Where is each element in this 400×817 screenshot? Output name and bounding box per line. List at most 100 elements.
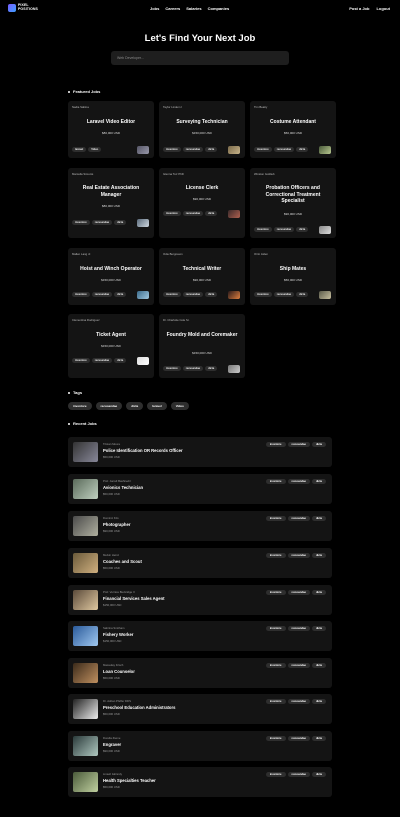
tag-chip[interactable]: inventore	[72, 358, 90, 363]
recent-job-row[interactable]: Prof. Vernice Buckridge II Financial Serv…	[68, 585, 332, 615]
tag-chip[interactable]: inventore	[254, 292, 272, 297]
recent-job-row[interactable]: Dominic Kris Photographer $90,000 USD inven…	[68, 511, 332, 541]
featured-job-card[interactable]: Tim Beatty Costume Attendant $50,000 USD in…	[250, 101, 336, 158]
tag-chip[interactable]: recusandae	[91, 220, 113, 225]
tag-chip[interactable]: inventore	[265, 772, 286, 777]
tag-chip[interactable]: recusandae	[182, 292, 204, 297]
job-title[interactable]: Photographer	[103, 522, 130, 527]
tag-chip[interactable]: inventore	[254, 147, 272, 152]
tag-chip[interactable]: inventore	[72, 292, 90, 297]
nav-companies[interactable]: Companies	[208, 6, 230, 11]
tag-chip[interactable]: inventore	[265, 736, 286, 741]
job-title[interactable]: Fishery Worker	[103, 632, 133, 637]
tag-chip[interactable]: recusandae	[287, 663, 310, 668]
tag-chip[interactable]: recusandae	[287, 590, 310, 595]
nav-salaries[interactable]: Salaries	[186, 6, 201, 11]
job-title[interactable]: Technical Writer	[163, 266, 241, 273]
job-title[interactable]: Coaches and Scout	[103, 559, 142, 564]
tag-chip[interactable]: recusandae	[287, 699, 310, 704]
tag-chip[interactable]: dicta	[311, 442, 326, 447]
tag-chip[interactable]: dicta	[205, 366, 218, 371]
tag-chip[interactable]: recusandae	[182, 211, 204, 216]
tag-chip[interactable]: recusandae	[182, 147, 204, 152]
job-title[interactable]: Real Estate Association Manager	[72, 185, 150, 198]
post-job-link[interactable]: Post a Job	[349, 6, 369, 11]
job-title[interactable]: Loan Counselor	[103, 669, 135, 674]
tag-chip[interactable]: recusandae	[91, 292, 113, 297]
tag-chip[interactable]: dicta	[114, 292, 127, 297]
nav-jobs[interactable]: Jobs	[150, 6, 159, 11]
tag-chip[interactable]: dicta	[114, 220, 127, 225]
recent-job-row[interactable]: Dr. Adrian Pfeffer DDS Preschool Educatio…	[68, 694, 332, 724]
job-title[interactable]: Surveying Technician	[163, 119, 241, 126]
tag-chip[interactable]: dicta	[311, 663, 326, 668]
tag-dicta[interactable]: dicta	[126, 402, 144, 410]
tag-chip[interactable]: dicta	[205, 211, 218, 216]
tag-chip[interactable]: inventore	[265, 479, 286, 484]
logout-link[interactable]: Logout	[376, 6, 390, 11]
tag-chip[interactable]: recusandae	[287, 553, 310, 558]
tag-video[interactable]: Video	[170, 402, 189, 410]
tag-chip[interactable]: inventore	[163, 211, 181, 216]
logo[interactable]: PIXEL POSITIONS	[8, 4, 42, 12]
tag-recusandae[interactable]: recusandae	[95, 402, 123, 410]
recent-job-row[interactable]: Dorella Zieme Engraver $90,000 USD inventor…	[68, 731, 332, 761]
featured-job-card[interactable]: Orrin Aiden Ship Mates $50,000 USD inventor…	[250, 248, 336, 305]
featured-job-card[interactable]: Dr. Charlotte Cole Sr. Foundry Mold and C…	[159, 314, 245, 378]
tag-laravel[interactable]: laravel	[147, 402, 167, 410]
tag-chip[interactable]: recusandae	[287, 516, 310, 521]
tag-chip[interactable]: dicta	[311, 736, 326, 741]
tag-chip[interactable]: dicta	[296, 227, 309, 232]
tag-chip[interactable]: recusandae	[287, 442, 310, 447]
tag-chip[interactable]: inventore	[265, 663, 286, 668]
tag-chip[interactable]: dicta	[296, 292, 309, 297]
tag-chip[interactable]: dicta	[311, 479, 326, 484]
tag-chip[interactable]: inventore	[254, 227, 272, 232]
job-title[interactable]: License Clerk	[163, 185, 241, 192]
tag-chip[interactable]: laravel	[72, 147, 87, 152]
tag-chip[interactable]: inventore	[265, 516, 286, 521]
job-title[interactable]: Engraver	[103, 742, 121, 747]
job-title[interactable]: Ship Mates	[254, 266, 332, 273]
tag-chip[interactable]: Video	[88, 147, 102, 152]
recent-job-row[interactable]: Linsell Iskinndy Health Specialties Teach…	[68, 767, 332, 797]
tag-chip[interactable]: recusandae	[287, 626, 310, 631]
job-title[interactable]: Police Identification OR Records Officer	[103, 448, 183, 453]
tag-chip[interactable]: recusandae	[91, 358, 113, 363]
job-title[interactable]: Financial Services Sales Agent	[103, 596, 165, 601]
tag-chip[interactable]: inventore	[72, 220, 90, 225]
recent-job-row[interactable]: Melvin Heinz Coaches and Scout $50,000 USD…	[68, 548, 332, 578]
job-title[interactable]: Foundry Mold and Coremaker	[163, 332, 241, 339]
job-title[interactable]: Ticket Agent	[72, 332, 150, 339]
tag-chip[interactable]: recusandae	[182, 366, 204, 371]
tag-chip[interactable]: dicta	[296, 147, 309, 152]
tag-chip[interactable]: recusandae	[287, 736, 310, 741]
tag-chip[interactable]: recusandae	[273, 292, 295, 297]
tag-chip[interactable]: dicta	[311, 590, 326, 595]
featured-job-card[interactable]: Marcella Simonis Real Estate Association …	[68, 168, 154, 238]
tag-chip[interactable]: dicta	[205, 147, 218, 152]
tag-chip[interactable]: recusandae	[287, 479, 310, 484]
tag-chip[interactable]: dicta	[205, 292, 218, 297]
job-title[interactable]: Preschool Education Administrators	[103, 705, 175, 710]
tag-chip[interactable]: dicta	[311, 699, 326, 704]
job-title[interactable]: Hoist and Winch Operator	[72, 266, 150, 273]
tag-chip[interactable]: inventore	[265, 553, 286, 558]
featured-job-card[interactable]: Clementina Rodriguez Ticket Agent $150,000…	[68, 314, 154, 378]
job-title[interactable]: Laravel Video Editor	[72, 119, 150, 126]
tag-chip[interactable]: dicta	[311, 626, 326, 631]
job-title[interactable]: Health Specialties Teacher	[103, 778, 156, 783]
tag-chip[interactable]: inventore	[265, 626, 286, 631]
job-title[interactable]: Probation Officers and Correctional Trea…	[254, 185, 332, 205]
tag-chip[interactable]: inventore	[163, 292, 181, 297]
tag-chip[interactable]: inventore	[163, 366, 181, 371]
featured-job-card[interactable]: Winston Gottlieb Probation Officers and C…	[250, 168, 336, 238]
featured-job-card[interactable]: Odie Bergnaum Technical Writer $90,000 USD…	[159, 248, 245, 305]
job-title[interactable]: Avionics Technician	[103, 485, 143, 490]
tag-chip[interactable]: inventore	[265, 699, 286, 704]
featured-job-card[interactable]: Taylor Lindem I Surveying Technician $150,…	[159, 101, 245, 158]
featured-job-card[interactable]: Mallen Lang Jr. Hoist and Winch Operator $…	[68, 248, 154, 305]
tag-chip[interactable]: dicta	[311, 553, 326, 558]
job-title[interactable]: Costume Attendant	[254, 119, 332, 126]
tag-chip[interactable]: dicta	[114, 358, 127, 363]
